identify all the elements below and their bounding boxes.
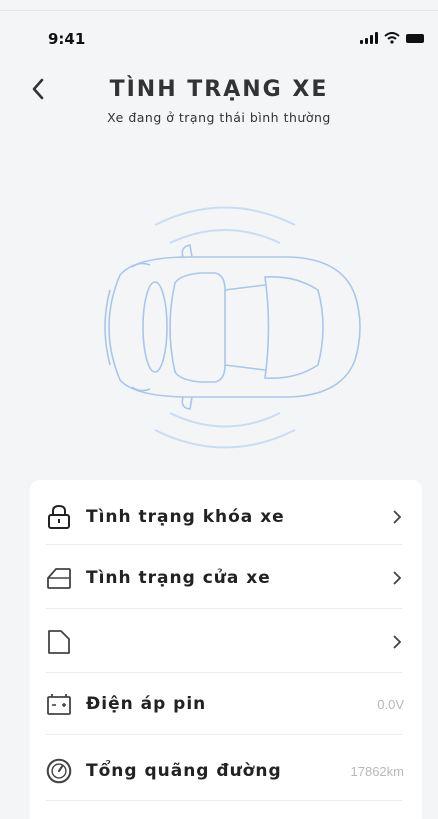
page-title: TÌNH TRẠNG XE [109, 77, 329, 102]
row-label: Điện áp pin [86, 694, 207, 714]
chevron-right-icon [390, 570, 404, 586]
odometer-row[interactable]: Tổng quãng đường 17862km [46, 740, 404, 802]
cellular-signal-icon [360, 32, 378, 44]
row-label: Tình trạng khóa xe [86, 507, 285, 527]
door-status-row[interactable]: Tình trạng cửa xe [46, 547, 404, 609]
chevron-right-icon [390, 634, 404, 650]
wifi-icon [384, 32, 400, 44]
status-time: 9:41 [48, 30, 86, 48]
row-divider [46, 608, 402, 609]
status-bar: 9:41 [0, 0, 438, 62]
status-icons [360, 32, 424, 44]
row-label: Tổng quãng đường [86, 761, 282, 781]
chevron-right-icon [390, 509, 404, 525]
window-icon [46, 629, 72, 655]
lock-icon [46, 504, 72, 530]
row-divider [46, 800, 402, 801]
battery-voltage-value: 0.0V [377, 696, 404, 712]
battery-icon [46, 691, 72, 717]
car-illustration [80, 195, 370, 465]
page-subtitle: Xe đang ở trạng thái bình thường [107, 110, 331, 125]
car-outline [104, 244, 361, 410]
window-status-row[interactable] [46, 611, 404, 673]
battery-status-icon [406, 33, 424, 43]
row-divider [46, 734, 402, 735]
odometer-icon [46, 758, 72, 784]
car-door-icon [46, 565, 72, 591]
battery-voltage-row[interactable]: Điện áp pin 0.0V [46, 673, 404, 735]
odometer-value: 17862km [350, 763, 404, 779]
lock-status-row[interactable]: Tình trạng khóa xe [46, 486, 404, 548]
status-panel: Tình trạng khóa xe Tình trạng cửa xe Điệ… [30, 480, 422, 819]
row-label: Tình trạng cửa xe [86, 568, 271, 588]
row-divider [46, 544, 402, 545]
